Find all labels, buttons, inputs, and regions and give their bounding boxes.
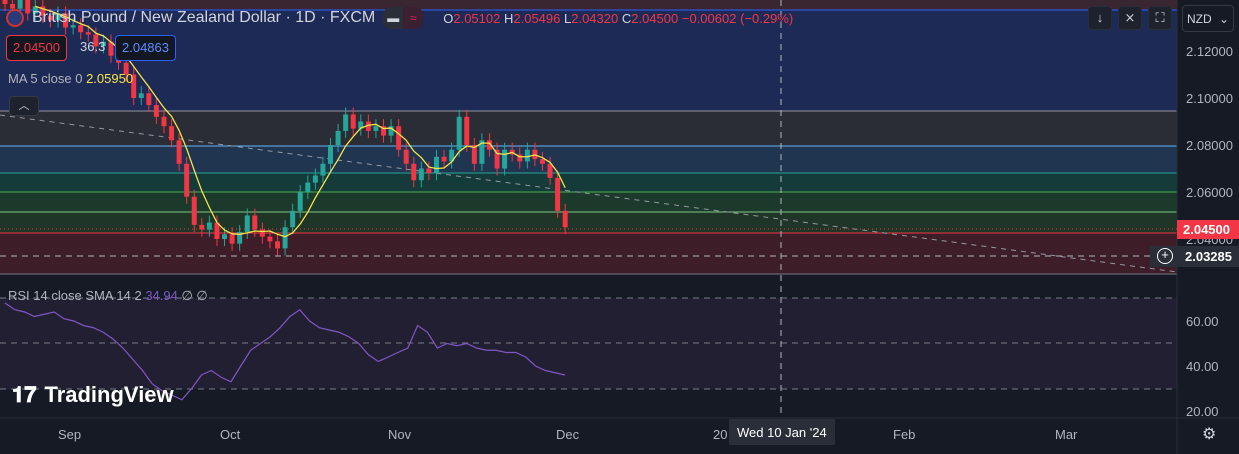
candle xyxy=(539,159,545,164)
currency-select[interactable]: NZD ⌄ xyxy=(1182,5,1234,32)
candle xyxy=(464,116,470,145)
visibility-toggle[interactable]: ▬ ≈ xyxy=(383,7,424,29)
band xyxy=(0,146,1177,173)
rsi-tick: 40.00 xyxy=(1186,359,1219,374)
rsi-tick: 20.00 xyxy=(1186,404,1219,419)
candle xyxy=(343,114,349,131)
time-tick: Sep xyxy=(58,427,82,442)
time-tick: 20 xyxy=(713,427,728,442)
ohlc-readout: O2.05102 H2.05496 L2.04320 C2.04500 −0.0… xyxy=(443,10,794,26)
price-chart[interactable] xyxy=(0,0,1239,454)
time-tick: Mar xyxy=(1055,427,1078,442)
time-tick: Nov xyxy=(388,427,412,442)
collapse-legend-button[interactable]: ︿ xyxy=(9,96,39,116)
candle xyxy=(433,156,439,174)
settings-gear-icon[interactable]: ⚙ xyxy=(1202,424,1216,444)
candle xyxy=(176,140,182,164)
time-tick: Oct xyxy=(220,427,241,442)
symbol-header: British Pound / New Zealand Dollar · 1D … xyxy=(6,7,793,29)
band xyxy=(0,212,1177,233)
add-alert-plus-icon[interactable]: + xyxy=(1157,248,1173,264)
price-tick: 2.08000 xyxy=(1186,138,1233,153)
candle xyxy=(502,149,508,169)
candle xyxy=(524,149,530,162)
candle xyxy=(350,114,356,129)
candle xyxy=(275,241,281,249)
candle xyxy=(161,116,167,127)
candle xyxy=(426,168,432,174)
candle xyxy=(290,210,296,228)
ma-legend[interactable]: MA 5 close 0 2.05950 xyxy=(8,71,133,86)
candle xyxy=(396,126,402,150)
candle xyxy=(2,0,8,4)
tradingview-logo[interactable]: 𝟏𝟕 TradingView xyxy=(12,382,174,408)
fullscreen-icon[interactable]: ⛶ xyxy=(1148,6,1172,30)
candle xyxy=(184,163,190,197)
candle xyxy=(267,236,273,242)
price-tick: 2.06000 xyxy=(1186,185,1233,200)
spread: 36.3 xyxy=(80,39,106,54)
candle xyxy=(206,222,212,230)
band xyxy=(0,389,1177,418)
buy-button[interactable]: 2.04863 xyxy=(115,35,176,61)
candle xyxy=(305,182,311,192)
time-tick: Dec xyxy=(556,427,580,442)
candle xyxy=(328,145,334,164)
chevron-down-icon: ⌄ xyxy=(1218,12,1229,26)
tv-logo-icon: 𝟏𝟕 xyxy=(12,382,37,407)
candle xyxy=(259,229,265,237)
rsi-legend[interactable]: RSI 14 close SMA 14 2 34.94 ∅ ∅ xyxy=(8,288,208,304)
price-tick: 2.12000 xyxy=(1186,44,1233,59)
candle xyxy=(441,156,447,162)
band xyxy=(0,111,1177,146)
sell-button[interactable]: 2.04500 xyxy=(6,35,67,61)
candle xyxy=(222,234,228,239)
price-tick: 2.10000 xyxy=(1186,91,1233,106)
rsi-tick: 60.00 xyxy=(1186,314,1219,329)
candle xyxy=(153,105,159,117)
collapse-pane-icon[interactable]: ⨯ xyxy=(1118,6,1142,30)
candle xyxy=(547,163,553,178)
candle xyxy=(418,168,424,181)
band xyxy=(0,173,1177,192)
candle xyxy=(244,215,250,232)
candle xyxy=(282,227,288,249)
gbp-nzd-flag-icon xyxy=(6,9,24,27)
minus-icon[interactable]: ▬ xyxy=(383,7,403,29)
wave-icon[interactable]: ≈ xyxy=(403,7,424,29)
candle xyxy=(312,175,318,183)
candle xyxy=(411,163,417,181)
symbol-title[interactable]: British Pound / New Zealand Dollar · 1D … xyxy=(32,9,375,27)
candle xyxy=(229,234,235,244)
scroll-down-icon[interactable]: ↓ xyxy=(1088,6,1112,30)
candle xyxy=(252,215,258,230)
candle xyxy=(403,149,409,164)
candle xyxy=(320,163,326,176)
last-price-label: 2.04500 xyxy=(1177,220,1239,239)
candle xyxy=(169,126,175,141)
candle xyxy=(373,126,379,131)
crosshair-date-label: Wed 10 Jan '24 xyxy=(729,419,835,445)
candle xyxy=(335,130,341,145)
band xyxy=(0,233,1177,274)
candle xyxy=(191,196,197,225)
candle xyxy=(562,210,568,228)
candle xyxy=(199,224,205,230)
candle xyxy=(555,177,561,211)
candle xyxy=(297,192,303,211)
candle xyxy=(138,93,144,98)
time-tick: Feb xyxy=(893,427,916,442)
candle xyxy=(456,116,462,150)
candle xyxy=(146,93,152,106)
band xyxy=(0,192,1177,212)
